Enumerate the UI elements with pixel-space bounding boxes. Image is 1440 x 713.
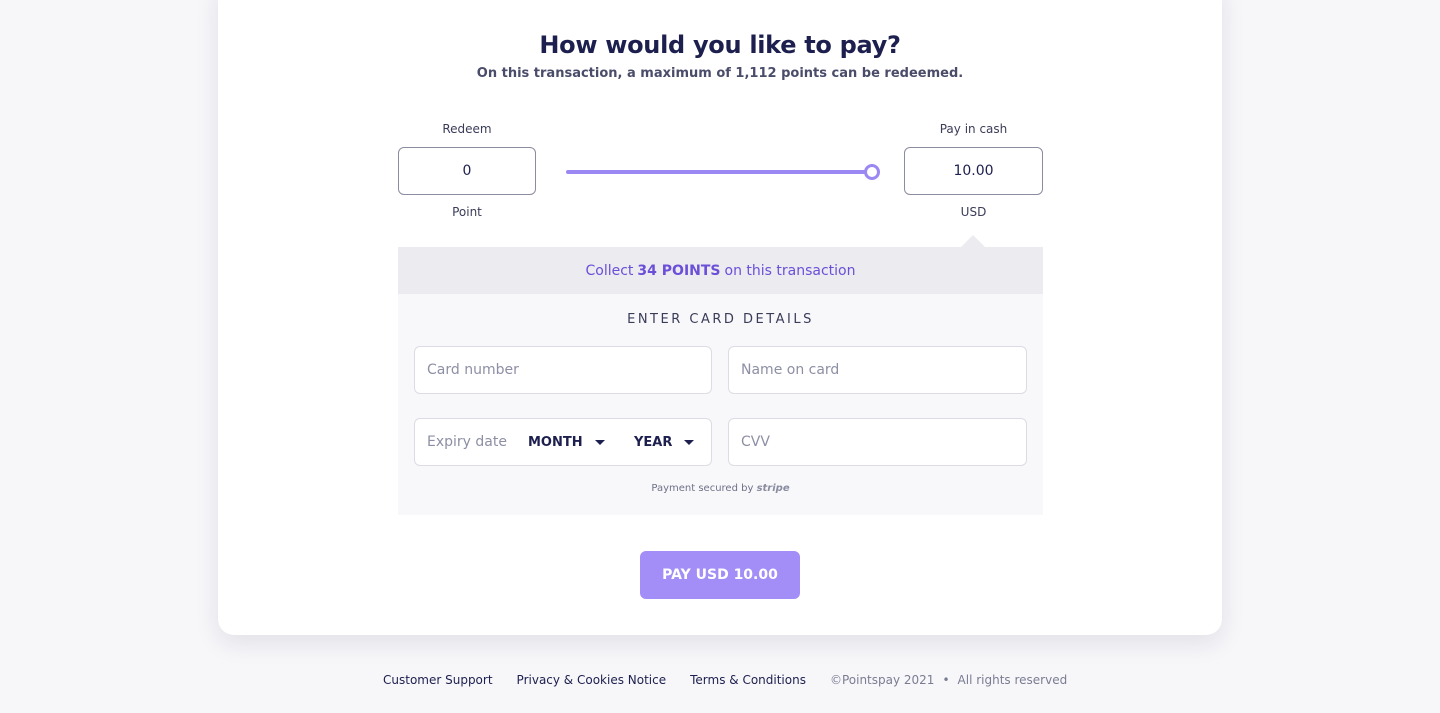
points-slider-handle[interactable] <box>864 164 880 180</box>
month-select[interactable]: MONTH <box>528 418 605 466</box>
payment-secured-note: Payment secured by stripe <box>398 483 1043 494</box>
cash-amount-input[interactable]: 10.00 <box>904 147 1043 195</box>
cash-label: Pay in cash <box>939 122 1008 136</box>
collect-prefix: Collect <box>585 262 634 279</box>
expiry-date-label: Expiry date <box>427 434 507 450</box>
points-slider-track[interactable] <box>566 170 872 174</box>
cash-currency-label: USD <box>960 205 987 219</box>
callout-pointer <box>961 235 985 247</box>
collect-points-value: 34 POINTS <box>637 262 721 279</box>
cvv-field[interactable]: CVV <box>728 418 1027 466</box>
secured-prefix: Payment secured by <box>651 483 754 494</box>
year-select[interactable]: YEAR <box>634 418 695 466</box>
cvv-placeholder: CVV <box>741 434 770 450</box>
card-details-panel <box>398 294 1043 515</box>
footer-copyright: ©Pointspay 2021 <box>829 673 935 687</box>
collect-suffix: on this transaction <box>724 262 856 279</box>
redeem-label: Redeem <box>442 122 492 136</box>
stripe-logo: stripe <box>756 483 790 494</box>
card-number-field[interactable]: Card number <box>414 346 712 394</box>
caret-down-icon <box>684 439 695 445</box>
footer-link-customer-support[interactable]: Customer Support <box>383 673 493 687</box>
name-on-card-field[interactable]: Name on card <box>728 346 1027 394</box>
footer-rights: All rights reserved <box>957 673 1068 687</box>
footer: Customer Support Privacy & Cookies Notic… <box>383 673 1067 687</box>
footer-link-privacy[interactable]: Privacy & Cookies Notice <box>517 673 667 687</box>
month-select-value: MONTH <box>528 434 583 450</box>
pay-button[interactable]: PAY USD 10.00 <box>640 551 800 599</box>
redeem-points-input[interactable]: 0 <box>398 147 536 195</box>
footer-link-terms[interactable]: Terms & Conditions <box>690 673 806 687</box>
collect-points-banner: Collect 34 POINTS on this transaction <box>398 247 1043 294</box>
caret-down-icon <box>594 439 605 445</box>
year-select-value: YEAR <box>634 434 673 450</box>
page-subtitle: On this transaction, a maximum of 1,112 … <box>476 66 964 81</box>
card-details-title: ENTER CARD DETAILS <box>627 312 814 327</box>
redeem-unit-label: Point <box>452 205 482 219</box>
card-number-placeholder: Card number <box>427 362 519 378</box>
footer-separator-dot: • <box>942 673 950 687</box>
name-on-card-placeholder: Name on card <box>741 362 840 378</box>
page-title: How would you like to pay? <box>539 31 901 59</box>
